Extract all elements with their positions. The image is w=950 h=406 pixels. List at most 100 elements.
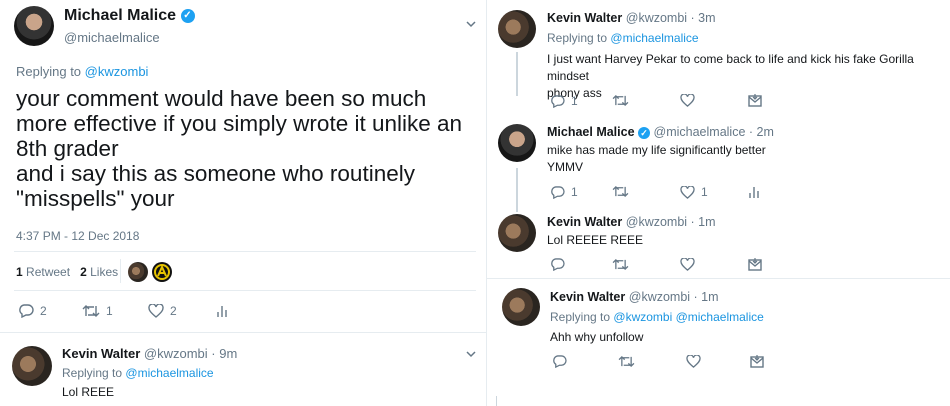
replying-to-link[interactable]: @kwzombi @michaelmalice — [613, 310, 763, 324]
author-name[interactable]: Kevin Walter — [547, 215, 622, 229]
heart-icon — [680, 185, 695, 199]
reply-time[interactable]: · 1m — [691, 215, 716, 229]
author-handle[interactable]: @michaelmalice — [654, 125, 746, 139]
dm-button[interactable] — [750, 355, 764, 368]
author-name[interactable]: Michael Malice — [547, 125, 635, 139]
reply-button[interactable] — [552, 355, 567, 368]
analytics-icon — [749, 187, 759, 198]
retweet-icon — [612, 258, 629, 271]
tweet-text-line: YMMV — [547, 160, 583, 174]
envelope-icon — [748, 258, 762, 271]
dm-button[interactable] — [748, 94, 762, 107]
avatar[interactable] — [12, 346, 52, 386]
avatar[interactable] — [498, 10, 536, 48]
heart-icon — [148, 304, 164, 318]
reply-header: Michael Malice ✓ @michaelmalice · 2m — [547, 125, 774, 139]
liker-avatar[interactable] — [128, 262, 148, 282]
reply-button[interactable]: 1 — [550, 94, 578, 108]
replying-to: Replying to @kwzombi — [16, 64, 149, 79]
divider — [14, 290, 476, 291]
main-tweet-panel: Michael Malice ✓ @michaelmalice Replying… — [0, 0, 486, 406]
tweet-text-line: "misspells" your — [16, 186, 175, 211]
author-name[interactable]: Michael Malice ✓ — [64, 7, 195, 25]
avatar[interactable] — [14, 6, 54, 46]
liker-avatar[interactable] — [152, 262, 172, 282]
author-handle[interactable]: @kwzombi — [626, 11, 687, 25]
heart-icon — [680, 94, 695, 107]
tweet-text-line: more effective if you simply wrote it un… — [16, 111, 463, 136]
reply-icon — [19, 304, 34, 318]
reply-icon — [551, 94, 565, 108]
tweet-text: mike has made my life significantly bett… — [547, 142, 766, 176]
retweet-icon — [612, 94, 629, 107]
tweet-text-line: and i say this as someone who routinely — [16, 161, 415, 186]
replying-to: Replying to @kwzombi @michaelmalice — [550, 310, 764, 324]
retweet-button[interactable] — [612, 258, 629, 271]
replying-to-link[interactable]: @michaelmalice — [125, 366, 213, 380]
reply-time[interactable]: · 3m — [691, 11, 716, 25]
replying-to-link[interactable]: @michaelmalice — [610, 31, 698, 45]
envelope-icon — [748, 94, 762, 107]
like-button[interactable]: 2 — [148, 304, 177, 318]
author-handle[interactable]: @kwzombi — [626, 215, 687, 229]
reply-time[interactable]: · 9m — [211, 346, 237, 361]
like-button[interactable] — [680, 258, 695, 271]
author-name[interactable]: Kevin Walter — [550, 290, 625, 304]
reply-icon — [553, 355, 567, 368]
reply-header: Kevin Walter @kwzombi · 1m — [550, 290, 719, 304]
reply-icon — [551, 258, 565, 271]
avatar[interactable] — [498, 214, 536, 252]
author-name[interactable]: Kevin Walter — [547, 11, 622, 25]
retweet-icon — [612, 185, 629, 198]
author-handle[interactable]: @michaelmalice — [64, 30, 160, 45]
tweet-text: Lol REEE — [62, 385, 115, 399]
chevron-down-icon[interactable] — [466, 351, 476, 361]
heart-icon — [680, 258, 695, 271]
retweets-stat[interactable]: 1 Retweet — [16, 265, 70, 279]
reply-time[interactable]: · 2m — [749, 125, 774, 139]
avatar[interactable] — [502, 288, 540, 326]
reply-button[interactable]: 2 — [18, 304, 47, 318]
replying-to-link[interactable]: @kwzombi — [85, 64, 149, 79]
reply-button[interactable]: 1 — [550, 185, 578, 199]
reply-icon — [551, 185, 565, 199]
reply-thread-panel: Kevin Walter @kwzombi · 3m Replying to @… — [486, 0, 950, 406]
verified-badge-icon: ✓ — [180, 8, 195, 23]
divider — [120, 259, 121, 283]
avatar[interactable] — [498, 124, 536, 162]
reply-header: Kevin Walter @kwzombi · 1m — [547, 215, 716, 229]
tweet-text-line: mike has made my life significantly bett… — [547, 143, 766, 157]
retweet-button[interactable] — [612, 185, 629, 198]
like-button[interactable]: 1 — [680, 185, 708, 199]
tweet-text-line: your comment would have been so much — [16, 86, 427, 111]
retweet-button[interactable] — [618, 355, 635, 368]
retweet-icon — [618, 355, 635, 368]
reply-time[interactable]: · 1m — [694, 290, 719, 304]
tweet-text: your comment would have been so much mor… — [16, 86, 462, 211]
divider — [486, 278, 950, 279]
thread-line — [516, 168, 518, 212]
divider — [0, 332, 486, 333]
retweet-button[interactable]: 1 — [82, 304, 113, 318]
reply-button[interactable] — [550, 258, 565, 271]
analytics-button[interactable] — [216, 304, 228, 318]
chevron-down-icon[interactable] — [466, 21, 476, 31]
heart-icon — [686, 355, 701, 368]
like-button[interactable] — [680, 94, 695, 107]
like-button[interactable] — [686, 355, 701, 368]
author-handle[interactable]: @kwzombi — [629, 290, 690, 304]
dm-button[interactable] — [748, 258, 762, 271]
reply-header: Kevin Walter @kwzombi · 9m — [62, 346, 237, 361]
likes-stat[interactable]: 2 Likes — [80, 265, 118, 279]
analytics-button[interactable] — [748, 185, 760, 199]
stats: 1 Retweet 2 Likes — [16, 265, 118, 279]
author-name[interactable]: Kevin Walter — [62, 346, 140, 361]
divider — [14, 251, 476, 252]
verified-badge-icon: ✓ — [638, 126, 651, 139]
author-handle[interactable]: @kwzombi — [144, 346, 208, 361]
retweet-button[interactable] — [612, 94, 629, 107]
analytics-icon — [217, 306, 227, 317]
retweet-icon — [82, 305, 100, 317]
tweet-text: Lol REEEE REEE — [547, 233, 644, 247]
timestamp[interactable]: 4:37 PM - 12 Dec 2018 — [16, 229, 139, 243]
